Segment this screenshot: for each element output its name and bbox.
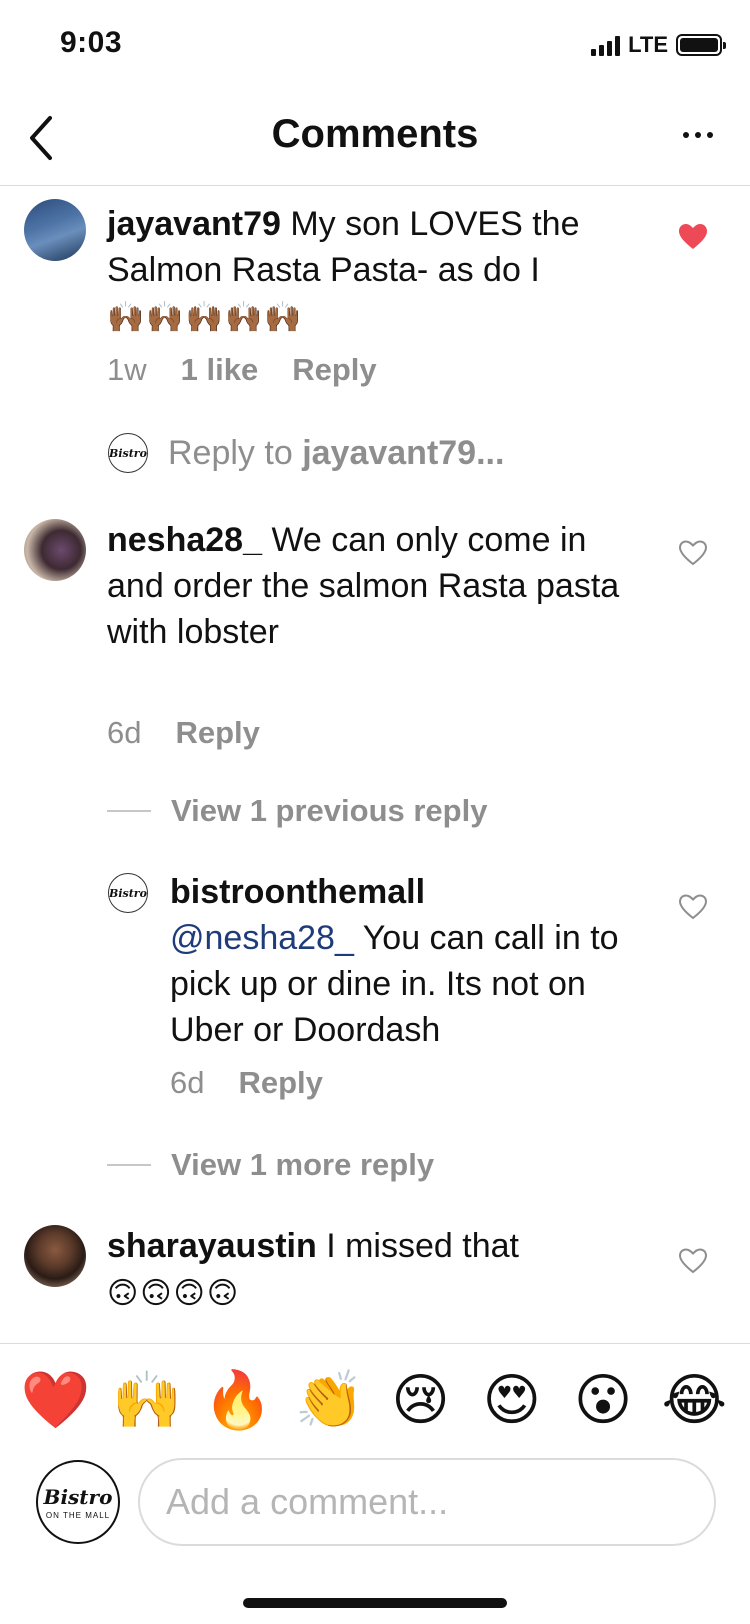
comment-age: 6d: [107, 715, 142, 750]
status-bar: 9:03 LTE: [0, 0, 750, 90]
emoji-laughing-button[interactable]: 😂: [659, 1371, 729, 1428]
page-title: Comments: [271, 112, 479, 156]
avatar[interactable]: [24, 1225, 86, 1287]
comment-likes-link[interactable]: 1 like: [181, 352, 259, 388]
comment-age: 6d: [170, 1065, 205, 1100]
avatar: Bistro: [108, 433, 148, 473]
like-button[interactable]: [678, 1247, 708, 1275]
comment-item: sharayaustin I missed that 🙃🙃🙃🙃: [0, 1223, 750, 1343]
status-time: 9:03: [60, 26, 123, 59]
comment-meta: 6d Reply: [170, 1065, 323, 1101]
heart-outline-icon: [678, 894, 708, 920]
emoji-clap-button[interactable]: 👏: [294, 1371, 365, 1428]
comment-username[interactable]: jayavant79: [107, 205, 281, 243]
emoji-heart-eyes-button[interactable]: 😍: [477, 1371, 547, 1428]
comment-emoji: 🙃🙃🙃🙃: [107, 1277, 241, 1310]
reply-to-username: jayavant79...: [302, 433, 505, 472]
thread-divider: [107, 1164, 151, 1166]
view-previous-label: View 1 previous reply: [171, 793, 488, 828]
comment-item: nesha28_ We can only come in and order t…: [0, 517, 750, 757]
comment-input[interactable]: [138, 1458, 716, 1546]
comment-username[interactable]: nesha28_: [107, 521, 262, 559]
comment-body: sharayaustin I missed that 🙃🙃🙃🙃: [107, 1223, 650, 1317]
emoji-crying-button[interactable]: 😢: [386, 1371, 456, 1428]
comment-username[interactable]: bistroonthemall: [170, 873, 425, 911]
comment-body: jayavant79 My son LOVES the Salmon Rasta…: [107, 201, 650, 341]
like-button[interactable]: [678, 539, 708, 567]
battery-icon: [676, 34, 726, 56]
comment-text: I missed that: [326, 1227, 519, 1265]
view-more-label: View 1 more reply: [171, 1147, 435, 1182]
comment-body: bistroonthemall @nesha28_ You can call i…: [170, 869, 650, 1053]
comment-meta: 1w 1 like Reply: [107, 352, 377, 388]
reply-to-prefix: Reply to: [168, 433, 303, 472]
comment-username[interactable]: sharayaustin: [107, 1227, 317, 1265]
reply-button[interactable]: Reply: [238, 1065, 322, 1101]
signal-icon: [591, 34, 621, 56]
comment-item: jayavant79 My son LOVES the Salmon Rasta…: [0, 187, 750, 407]
comment-age: 1w: [107, 352, 147, 387]
emoji-quick-bar: ❤️ 🙌 🔥 👏 😢 😍 😮 😂: [0, 1343, 750, 1455]
emoji-raised-hands-button[interactable]: 🙌: [112, 1371, 182, 1428]
reply-button[interactable]: Reply: [175, 715, 259, 751]
thread-divider: [107, 810, 151, 812]
emoji-heart-button[interactable]: ❤️: [21, 1371, 91, 1428]
heart-filled-icon: [679, 224, 707, 249]
network-label: LTE: [628, 32, 668, 57]
avatar[interactable]: Bistro: [108, 873, 148, 913]
view-previous-replies[interactable]: View 1 previous reply: [107, 793, 487, 829]
heart-outline-icon: [678, 1248, 708, 1274]
reply-button[interactable]: Reply: [292, 352, 376, 388]
heart-outline-icon: [678, 540, 708, 566]
view-more-replies[interactable]: View 1 more reply: [107, 1147, 434, 1183]
more-options-button[interactable]: [678, 120, 718, 150]
comment-composer: Bistro ON THE MALL: [0, 1456, 750, 1556]
emoji-surprised-button[interactable]: 😮: [568, 1371, 638, 1428]
brand-logo-text: Bistro: [43, 1484, 113, 1509]
home-indicator: [243, 1598, 507, 1608]
avatar[interactable]: [24, 519, 86, 581]
brand-logo-subtext: ON THE MALL: [45, 1510, 111, 1520]
comment-emoji: 🙌🏾🙌🏾🙌🏾🙌🏾🙌🏾: [107, 301, 304, 334]
comment-body: nesha28_ We can only come in and order t…: [107, 517, 650, 655]
emoji-fire-button[interactable]: 🔥: [203, 1371, 273, 1428]
reply-item: Bistro bistroonthemall @nesha28_ You can…: [0, 869, 750, 1119]
brand-logo-text: Bistro: [109, 886, 147, 900]
ellipsis-icon: [683, 132, 713, 138]
like-button[interactable]: [678, 223, 708, 251]
like-button[interactable]: [678, 893, 708, 921]
avatar[interactable]: [24, 199, 86, 261]
current-user-avatar[interactable]: Bistro ON THE MALL: [36, 1460, 120, 1544]
comments-header: Comments: [0, 90, 750, 186]
reply-to-prompt[interactable]: Bistro Reply to jayavant79...: [108, 433, 504, 473]
mention-link[interactable]: @nesha28_: [170, 919, 354, 957]
status-icons: LTE: [591, 32, 726, 58]
comments-list: jayavant79 My son LOVES the Salmon Rasta…: [0, 187, 750, 1343]
comment-meta: 6d Reply: [107, 715, 260, 751]
